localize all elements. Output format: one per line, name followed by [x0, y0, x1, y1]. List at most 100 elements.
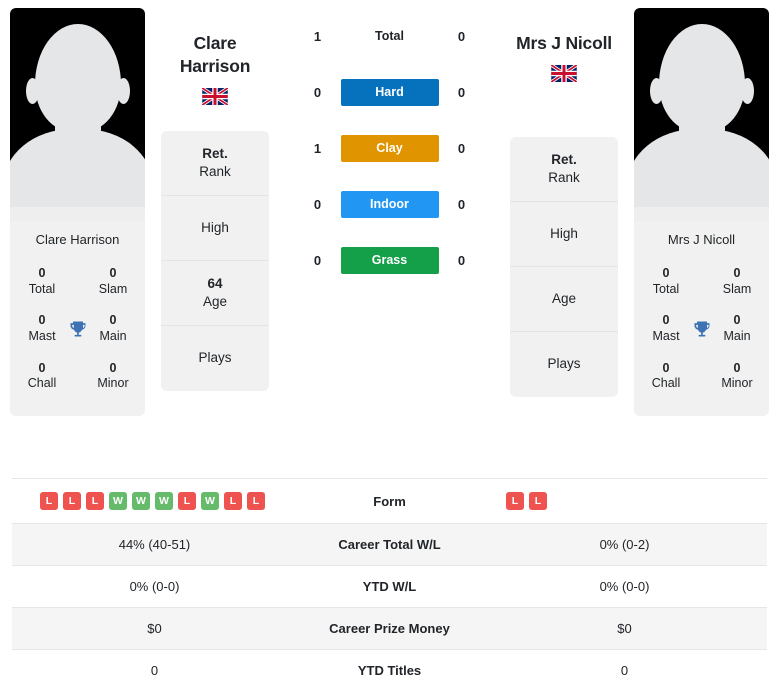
- right-value: 0: [620, 663, 629, 678]
- title-stat-main: 0 Main: [91, 313, 135, 344]
- title-stat-chall: 0 Chall: [644, 361, 688, 392]
- left-form-cell: LLLWWWLWLL: [12, 479, 297, 524]
- title-stat-label: Chall: [27, 376, 57, 391]
- table-row-ytd-titles: 0 YTD Titles 0: [12, 649, 767, 692]
- right-player-name-caption: Mrs J Nicoll: [667, 232, 736, 247]
- right-form-cell: LL: [482, 479, 767, 524]
- form-badge-loss: L: [506, 492, 524, 510]
- title-stat-main: 0 Main: [715, 313, 759, 344]
- left-player-name-line1: Clare: [193, 33, 237, 53]
- surface-badge-clay[interactable]: Clay: [340, 134, 439, 162]
- h2h-row-grass: 0 Grass 0: [281, 232, 498, 288]
- title-stat-value: 0: [38, 266, 46, 280]
- right-form-badges: LL: [488, 492, 761, 510]
- title-stat-label: Total: [28, 281, 56, 296]
- left-player-avatar: [10, 8, 145, 221]
- info-label: Age: [202, 293, 228, 309]
- h2h-right-score: 0: [457, 84, 466, 100]
- avatar-bottom-fade: [634, 207, 769, 221]
- info-value: Ret.: [551, 152, 577, 168]
- titles-row: 0 Mast 0 Main: [640, 307, 763, 354]
- title-stat-label: Total: [652, 281, 680, 296]
- right-player-card[interactable]: Mrs J Nicoll 0 Total 0 Slam 0 Mast 0 Mai…: [634, 8, 769, 416]
- avatar-head-shape: [34, 24, 121, 132]
- info-value: 64: [207, 275, 223, 291]
- title-stat-total: 0 Total: [644, 266, 688, 297]
- title-stat-label: Minor: [97, 376, 129, 391]
- left-player-card[interactable]: Clare Harrison 0 Total 0 Slam 0 Mast 0 M…: [10, 8, 145, 416]
- left-player-titles-grid: 0 Total 0 Slam 0 Mast 0 Main 0 Chall 0 M…: [10, 260, 145, 416]
- title-stat-value: 0: [733, 360, 741, 375]
- avatar-bottom-fade: [10, 207, 145, 221]
- title-stat-value: 0: [109, 266, 117, 280]
- table-row-ytd-wl: 0% (0-0) YTD W/L 0% (0-0): [12, 565, 767, 608]
- title-stat-label: Minor: [721, 376, 753, 391]
- info-row-plays: Plays: [510, 332, 618, 397]
- right-player-titles-grid: 0 Total 0 Slam 0 Mast 0 Main 0 Chall 0 M…: [634, 260, 769, 416]
- title-stat-label: Slam: [98, 281, 128, 296]
- left-player-name-caption: Clare Harrison: [35, 232, 120, 247]
- avatar-ear-left-shape: [25, 78, 39, 104]
- h2h-row-clay: 1 Clay 0: [281, 120, 498, 176]
- h2h-left-score: 1: [313, 140, 322, 156]
- info-row-plays: Plays: [161, 326, 269, 391]
- left-value: 0% (0-0): [129, 579, 180, 594]
- h2h-left-score: 1: [313, 28, 322, 44]
- title-stat-label: Slam: [722, 281, 752, 296]
- info-row-rank: Ret. Rank: [161, 131, 269, 196]
- h2h-right-score: 0: [457, 252, 466, 268]
- surface-badge-indoor[interactable]: Indoor: [340, 190, 439, 218]
- title-stat-value: 0: [662, 266, 670, 280]
- player-comparison-page: Clare Harrison 0 Total 0 Slam 0 Mast 0 M…: [0, 0, 779, 699]
- surface-badge-hard[interactable]: Hard: [340, 78, 439, 106]
- info-label: High: [201, 219, 229, 235]
- right-player-photo-column: Mrs J Nicoll 0 Total 0 Slam 0 Mast 0 Mai…: [624, 8, 779, 416]
- right-value: 0% (0-2): [599, 537, 650, 552]
- title-stat-total: 0 Total: [20, 266, 64, 297]
- h2h-label-cell: Indoor: [340, 190, 439, 218]
- form-badge-loss: L: [247, 492, 265, 510]
- info-label: Plays: [547, 356, 581, 372]
- form-badge-loss: L: [86, 492, 104, 510]
- title-stat-chall: 0 Chall: [20, 361, 64, 392]
- form-badge-loss: L: [63, 492, 81, 510]
- row-label: Career Prize Money: [329, 621, 450, 636]
- left-value: $0: [147, 621, 162, 636]
- h2h-total-label: Total: [375, 29, 404, 43]
- title-stat-value: 0: [733, 266, 741, 280]
- table-row-career-total-wl: 44% (40-51) Career Total W/L 0% (0-2): [12, 523, 767, 566]
- h2h-left-score: 0: [313, 196, 322, 212]
- h2h-label-cell: Total: [341, 27, 439, 45]
- trophy-icon: [689, 319, 715, 339]
- right-player-name[interactable]: Mrs J Nicoll: [510, 8, 618, 55]
- right-player-avatar: [634, 8, 769, 221]
- left-player-photo-column: Clare Harrison 0 Total 0 Slam 0 Mast 0 M…: [0, 8, 155, 416]
- h2h-row-total: 1 Total 0: [281, 8, 498, 64]
- title-stat-label: Main: [723, 328, 751, 343]
- avatar-ear-left-shape: [649, 78, 663, 104]
- h2h-label-cell: Clay: [340, 134, 439, 162]
- h2h-left-score: 0: [313, 84, 322, 100]
- h2h-row-hard: 0 Hard 0: [281, 64, 498, 120]
- table-row-form: LLLWWWLWLL Form LL: [12, 478, 767, 524]
- surface-badge-grass[interactable]: Grass: [340, 246, 439, 274]
- h2h-right-score: 0: [457, 28, 466, 44]
- form-badge-win: W: [109, 492, 127, 510]
- left-form-badges: LLLWWWLWLL: [18, 492, 291, 510]
- head-to-head-column: 1 Total 0 0 Hard 0 1 Clay 0 0 Indoor 0 0…: [275, 8, 504, 288]
- title-stat-label: Main: [99, 328, 127, 343]
- h2h-left-score: 0: [313, 252, 322, 268]
- left-player-name[interactable]: Clare Harrison: [161, 8, 269, 78]
- title-stat-value: 0: [38, 313, 46, 328]
- row-label: Career Total W/L: [338, 537, 441, 552]
- h2h-row-indoor: 0 Indoor 0: [281, 176, 498, 232]
- title-stat-slam: 0 Slam: [715, 266, 759, 297]
- form-badge-loss: L: [224, 492, 242, 510]
- info-row-high: High: [161, 196, 269, 261]
- title-stat-mast: 0 Mast: [644, 313, 688, 344]
- info-label: Plays: [198, 350, 232, 366]
- h2h-right-score: 0: [457, 140, 466, 156]
- gb-flag-icon: [202, 87, 228, 105]
- row-label: YTD W/L: [362, 579, 417, 594]
- trophy-icon: [65, 319, 91, 339]
